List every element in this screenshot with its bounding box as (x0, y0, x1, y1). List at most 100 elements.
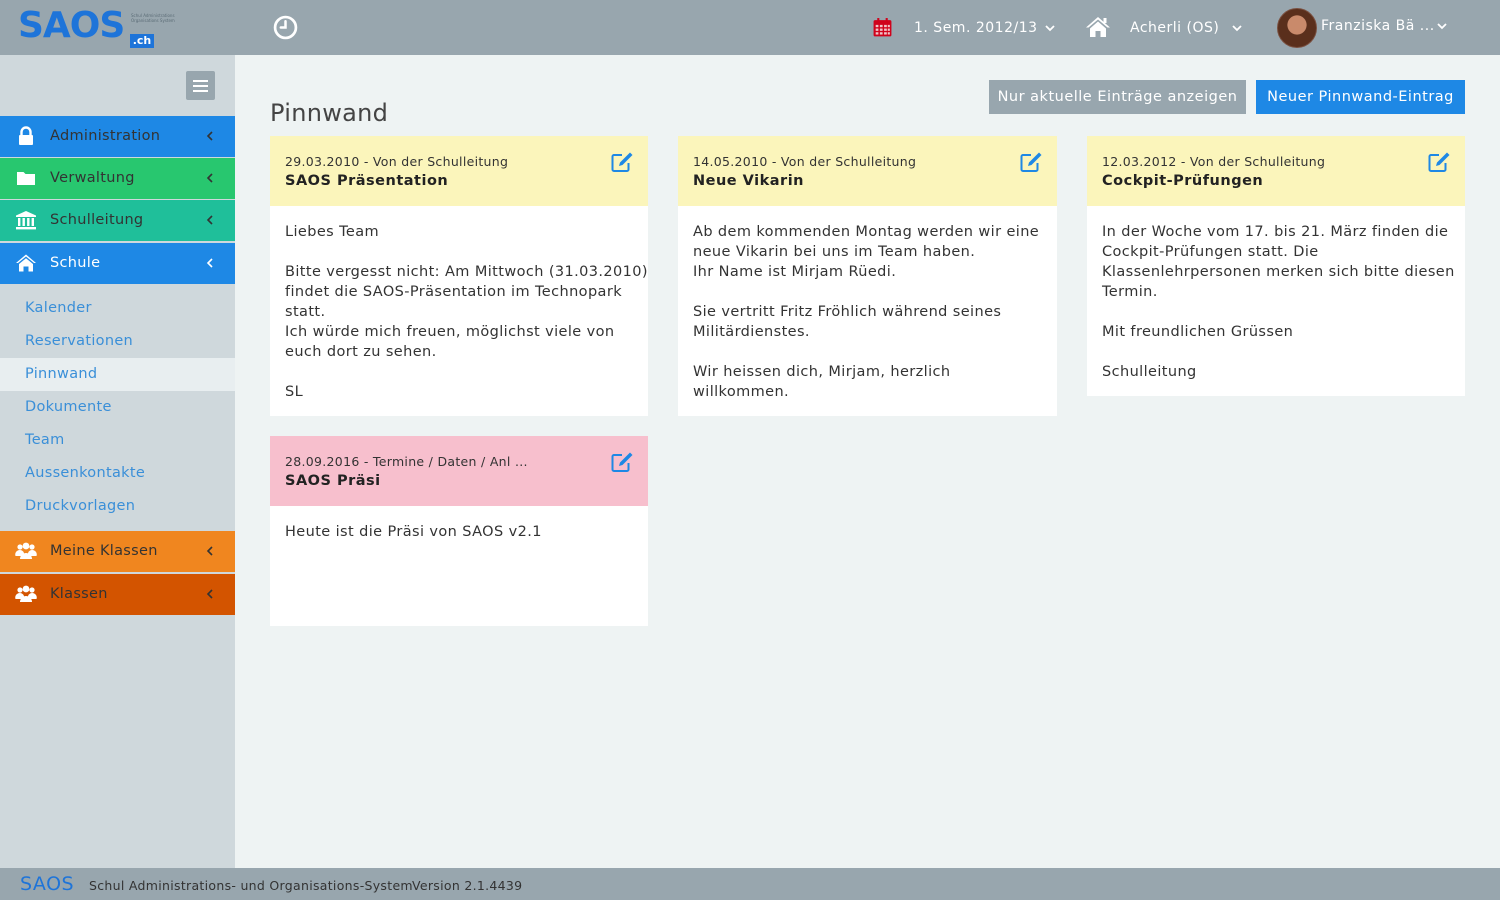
sidebar-item-klassen[interactable]: Klassen (0, 574, 235, 615)
card-text-line: In der Woche vom 17. bis 21. März finden… (1102, 224, 1449, 240)
calendar-icon (873, 18, 892, 37)
card-text-line: Heute ist die Präsi von SAOS v2.1 (285, 524, 542, 540)
logo-tld: .ch (130, 34, 154, 48)
pinboard-card: 29.03.2010 - Von der Schulleitung SAOS P… (270, 136, 648, 416)
pinboard-card: 14.05.2010 - Von der Schulleitung Neue V… (678, 136, 1057, 416)
school-selector[interactable]: Acherli (OS) (1130, 0, 1219, 55)
card-text-line: Ich würde mich freuen, möglichst viele v… (285, 324, 615, 340)
edit-icon[interactable] (610, 451, 634, 473)
clock-icon[interactable] (273, 15, 298, 40)
institution-icon (16, 211, 36, 230)
sidebar-item-schule[interactable]: Schule (0, 243, 235, 284)
page-title: Pinnwand (270, 99, 389, 127)
sidebar-item-label: Verwaltung (50, 170, 135, 186)
card-text-line (1102, 342, 1451, 362)
card-text-line: Cockpit-Prüfungen statt. Die (1102, 244, 1319, 260)
sidebar-item-kalender[interactable]: Kalender (0, 292, 235, 325)
edit-icon[interactable] (1019, 151, 1043, 173)
pinboard-card: 28.09.2016 - Termine / Daten / Anl ... S… (270, 436, 648, 626)
card-text-line (285, 242, 634, 262)
card-meta: 29.03.2010 - Von der Schulleitung (285, 154, 509, 169)
sidebar-item-pinnwand[interactable]: Pinnwand (0, 358, 235, 391)
card-header: 29.03.2010 - Von der Schulleitung SAOS P… (270, 136, 648, 206)
card-text-line: Wir heissen dich, Mirjam, herzlich (693, 364, 951, 380)
app-logo[interactable]: SAOS Schul Administrations Organisations… (18, 5, 175, 48)
edit-icon[interactable] (1427, 151, 1451, 173)
card-text-line: Ab dem kommenden Montag werden wir eine (693, 224, 1040, 240)
card-text-line: neue Vikarin bei uns im Team haben. (693, 244, 976, 260)
card-title: SAOS Präsi (285, 473, 381, 489)
hamburger-line (193, 90, 208, 92)
menu-toggle-button[interactable] (186, 71, 215, 100)
footer-logo[interactable]: SAOS (20, 873, 74, 895)
logo-subtitle: Schul Administrations Organisations Syst… (131, 13, 175, 23)
sidebar-item-label: Schulleitung (50, 212, 144, 228)
sidebar-item-team[interactable]: Team (0, 424, 235, 457)
sidebar-item-meine-klassen[interactable]: Meine Klassen (0, 531, 235, 572)
users-icon (15, 542, 37, 559)
sidebar: Administration Verwaltung Schulleitung S… (0, 55, 235, 868)
sidebar-item-administration[interactable]: Administration (0, 116, 235, 157)
card-text-line: Termin. (1102, 284, 1158, 300)
sidebar-item-label: Administration (50, 128, 161, 144)
chevron-left-icon (206, 258, 213, 268)
card-text-line (1102, 302, 1451, 322)
card-text-line: SL (285, 384, 304, 400)
footer: SAOS Schul Administrations- und Organisa… (0, 868, 1500, 900)
card-header: 12.03.2012 - Von der Schulleitung Cockpi… (1087, 136, 1465, 206)
users-icon (15, 585, 37, 602)
card-body: In der Woche vom 17. bis 21. März finden… (1102, 222, 1455, 382)
card-header: 14.05.2010 - Von der Schulleitung Neue V… (678, 136, 1057, 206)
footer-description: Schul Administrations- und Organisations… (89, 878, 413, 893)
chevron-left-icon (206, 131, 213, 141)
card-text-line: Mit freundlichen Grüssen (1102, 324, 1294, 340)
show-current-button[interactable]: Nur aktuelle Einträge anzeigen (989, 80, 1246, 114)
logo-text: SAOS (18, 5, 125, 46)
semester-selector[interactable]: 1. Sem. 2012/13 (914, 0, 1038, 55)
edit-icon[interactable] (610, 151, 634, 173)
avatar[interactable] (1277, 8, 1317, 48)
sidebar-item-aussenkontakte[interactable]: Aussenkontakte (0, 457, 235, 490)
sidebar-item-reservationen[interactable]: Reservationen (0, 325, 235, 358)
home-icon (16, 254, 36, 272)
card-title: Neue Vikarin (693, 173, 804, 189)
hamburger-line (193, 85, 208, 87)
card-text-line: Bitte vergesst nicht: Am Mittwoch (31.03… (285, 264, 648, 280)
card-text-line: Schulleitung (1102, 364, 1197, 380)
sidebar-item-verwaltung[interactable]: Verwaltung (0, 158, 235, 199)
card-title: SAOS Präsentation (285, 173, 449, 189)
home-icon (1086, 17, 1110, 37)
sidebar-item-druckvorlagen[interactable]: Druckvorlagen (0, 490, 235, 523)
card-text-line: Militärdienstes. (693, 324, 810, 340)
card-meta: 14.05.2010 - Von der Schulleitung (693, 154, 917, 169)
card-text-line: willkommen. (693, 384, 790, 400)
card-text-line (693, 342, 1043, 362)
sidebar-item-dokumente[interactable]: Dokumente (0, 391, 235, 424)
sidebar-item-label: Klassen (50, 586, 108, 602)
chevron-down-icon[interactable] (1230, 21, 1244, 35)
card-meta: 28.09.2016 - Termine / Daten / Anl ... (285, 454, 528, 469)
top-bar: SAOS Schul Administrations Organisations… (0, 0, 1500, 55)
card-meta: 12.03.2012 - Von der Schulleitung (1102, 154, 1326, 169)
sidebar-item-label: Meine Klassen (50, 543, 158, 559)
user-menu[interactable]: Franziska Bä ... (1321, 0, 1435, 53)
chevron-down-icon[interactable] (1043, 21, 1057, 35)
card-text-line: Klassenlehrpersonen merken sich bitte di… (1102, 264, 1455, 280)
lock-icon (19, 126, 33, 145)
card-text-line: euch dort zu sehen. (285, 344, 437, 360)
new-entry-button[interactable]: Neuer Pinnwand-Eintrag (1256, 80, 1465, 114)
chevron-left-icon (206, 589, 213, 599)
hamburger-line (193, 80, 208, 82)
card-text-line (285, 362, 634, 382)
card-body: Liebes Team Bitte vergesst nicht: Am Mitt… (285, 222, 648, 402)
folder-icon (17, 172, 35, 185)
sidebar-item-schulleitung[interactable]: Schulleitung (0, 200, 235, 241)
chevron-down-icon[interactable] (1435, 19, 1449, 33)
card-text-line: findet die SAOS-Präsentation im Technopa… (285, 284, 622, 300)
card-body: Ab dem kommenden Montag werden wir eine n… (693, 222, 1043, 402)
footer-version: Version 2.1.4439 (412, 878, 523, 893)
sidebar-item-label: Schule (50, 255, 101, 271)
card-text-line: Liebes Team (285, 224, 380, 240)
card-title: Cockpit-Prüfungen (1102, 173, 1264, 189)
card-text-line (693, 282, 1043, 302)
